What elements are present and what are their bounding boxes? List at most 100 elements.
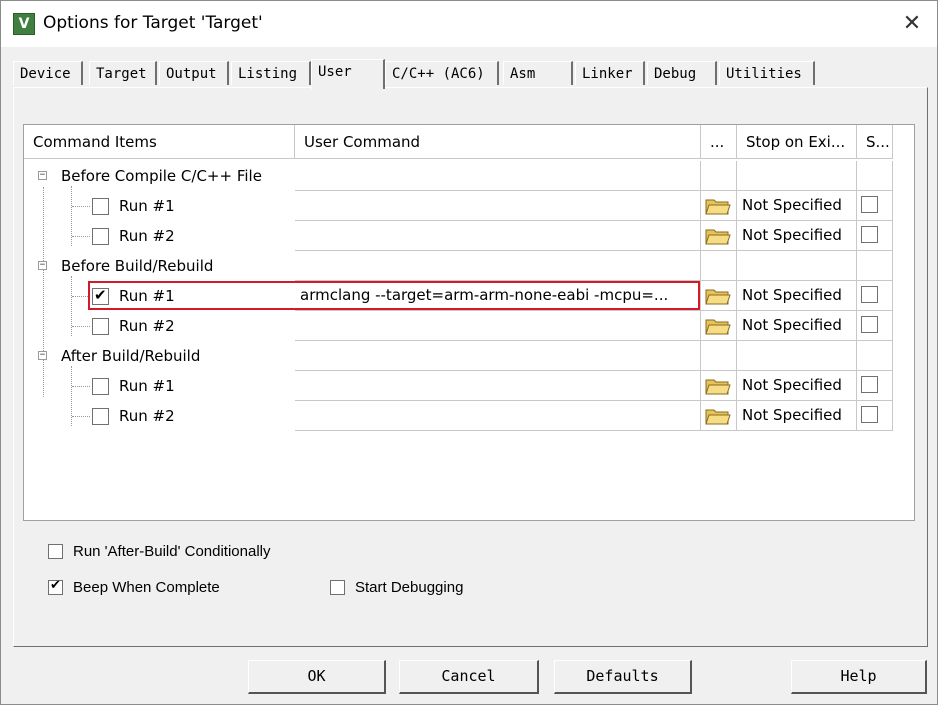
- stop-on-exit-cell[interactable]: Not Specified: [737, 281, 857, 311]
- cancel-button[interactable]: Cancel: [399, 660, 539, 694]
- tree-group-row[interactable]: − Before Compile C/C++ File: [24, 161, 914, 191]
- table-row[interactable]: Run #1 Not Specified: [24, 191, 914, 221]
- stop-on-exit-cell[interactable]: Not Specified: [737, 221, 857, 251]
- beep-when-complete-option[interactable]: Beep When Complete: [48, 578, 268, 597]
- folder-open-icon[interactable]: [705, 196, 731, 216]
- run-label: Run #1: [119, 377, 175, 395]
- tab-asm[interactable]: Asm: [503, 61, 573, 85]
- tab-listing[interactable]: Listing: [231, 61, 311, 85]
- s-checkbox[interactable]: [861, 376, 878, 393]
- beep-checkbox[interactable]: [48, 578, 63, 595]
- run-label: Run #2: [119, 227, 175, 245]
- s-cell: [857, 401, 893, 431]
- folder-open-icon[interactable]: [705, 376, 731, 396]
- browse-cell: [701, 221, 737, 251]
- browse-cell: [701, 251, 737, 281]
- s-cell: [857, 311, 893, 341]
- close-icon[interactable]: ✕: [899, 11, 925, 37]
- folder-open-icon[interactable]: [705, 316, 731, 336]
- tab-output[interactable]: Output: [159, 61, 229, 85]
- s-cell: [857, 221, 893, 251]
- run-checkbox[interactable]: [92, 198, 109, 215]
- start-debugging-checkbox[interactable]: [330, 580, 345, 595]
- command-cell[interactable]: [295, 191, 701, 221]
- window-title: Options for Target 'Target': [43, 13, 263, 33]
- s-cell: [857, 161, 893, 191]
- tab-linker[interactable]: Linker: [575, 61, 645, 85]
- tree-connector: [72, 416, 90, 417]
- options-dialog: V Options for Target 'Target' ✕ Device T…: [0, 0, 938, 705]
- browse-cell: [701, 191, 737, 221]
- s-checkbox[interactable]: [861, 286, 878, 303]
- s-checkbox[interactable]: [861, 406, 878, 423]
- tree-group-row[interactable]: − After Build/Rebuild: [24, 341, 914, 371]
- run-checkbox[interactable]: [92, 318, 109, 335]
- column-header-stop-on-exit[interactable]: Stop on Exi...: [737, 125, 857, 159]
- command-cell[interactable]: [295, 221, 701, 251]
- command-cell[interactable]: [295, 311, 701, 341]
- tree-group-row[interactable]: − Before Build/Rebuild: [24, 251, 914, 281]
- command-cell[interactable]: armclang --target=arm-arm-none-eabi -mcp…: [295, 281, 701, 311]
- column-header-command-items[interactable]: Command Items: [24, 125, 295, 159]
- command-cell[interactable]: [295, 161, 701, 191]
- command-cell[interactable]: [295, 371, 701, 401]
- run-label: Run #1: [119, 287, 175, 305]
- column-header-s[interactable]: S...: [857, 125, 893, 159]
- command-cell[interactable]: [295, 401, 701, 431]
- run-label: Run #2: [119, 317, 175, 335]
- collapse-icon[interactable]: −: [38, 351, 47, 360]
- collapse-icon[interactable]: −: [38, 171, 47, 180]
- run-label: Run #2: [119, 407, 175, 425]
- s-cell: [857, 191, 893, 221]
- start-debugging-label: Start Debugging: [355, 579, 464, 596]
- table-row[interactable]: Run #2 Not Specified: [24, 401, 914, 431]
- browse-cell: [701, 161, 737, 191]
- s-checkbox[interactable]: [861, 226, 878, 243]
- command-cell[interactable]: [295, 251, 701, 281]
- browse-cell: [701, 281, 737, 311]
- browse-cell: [701, 311, 737, 341]
- column-header-browse[interactable]: ...: [701, 125, 737, 159]
- tree-connector: [72, 236, 90, 237]
- run-checkbox[interactable]: [92, 286, 109, 305]
- user-command-list: Command Items User Command ... Stop on E…: [23, 124, 915, 521]
- folder-open-icon[interactable]: [705, 286, 731, 306]
- s-checkbox[interactable]: [861, 316, 878, 333]
- tree-connector: [72, 206, 90, 207]
- tab-user[interactable]: User: [311, 59, 385, 89]
- table-row[interactable]: Run #2 Not Specified: [24, 311, 914, 341]
- table-row[interactable]: Run #2 Not Specified: [24, 221, 914, 251]
- s-cell: [857, 251, 893, 281]
- s-checkbox[interactable]: [861, 196, 878, 213]
- group-label: Before Compile C/C++ File: [61, 167, 262, 185]
- run-checkbox[interactable]: [92, 228, 109, 245]
- tab-debug[interactable]: Debug: [647, 61, 717, 85]
- start-debugging-option[interactable]: Start Debugging: [330, 579, 510, 597]
- table-row[interactable]: Run #1 armclang --target=arm-arm-none-ea…: [24, 281, 914, 311]
- tab-cc-ac6[interactable]: C/C++ (AC6): [385, 61, 499, 85]
- run-after-build-checkbox[interactable]: [48, 544, 63, 559]
- table-row[interactable]: Run #1 Not Specified: [24, 371, 914, 401]
- command-cell[interactable]: [295, 341, 701, 371]
- tab-utilities[interactable]: Utilities: [719, 61, 815, 85]
- folder-open-icon[interactable]: [705, 406, 731, 426]
- stop-on-exit-cell[interactable]: Not Specified: [737, 401, 857, 431]
- grid-header: Command Items User Command ... Stop on E…: [24, 125, 914, 159]
- defaults-button[interactable]: Defaults: [554, 660, 692, 694]
- run-checkbox[interactable]: [92, 408, 109, 425]
- tab-device[interactable]: Device: [13, 61, 83, 85]
- column-header-user-command[interactable]: User Command: [295, 125, 701, 159]
- help-button[interactable]: Help: [791, 660, 927, 694]
- tab-target[interactable]: Target: [89, 61, 157, 85]
- folder-open-icon[interactable]: [705, 226, 731, 246]
- tree-connector: [72, 326, 90, 327]
- stop-on-exit-cell[interactable]: Not Specified: [737, 191, 857, 221]
- beep-label: Beep When Complete: [73, 579, 220, 596]
- collapse-icon[interactable]: −: [38, 261, 47, 270]
- stop-on-exit-cell[interactable]: Not Specified: [737, 311, 857, 341]
- ok-button[interactable]: OK: [248, 660, 386, 694]
- run-checkbox[interactable]: [92, 378, 109, 395]
- stop-on-exit-cell[interactable]: Not Specified: [737, 371, 857, 401]
- run-after-build-option[interactable]: Run 'After-Build' Conditionally: [48, 543, 308, 561]
- tab-strip: Device Target Output Listing User C/C++ …: [13, 59, 928, 89]
